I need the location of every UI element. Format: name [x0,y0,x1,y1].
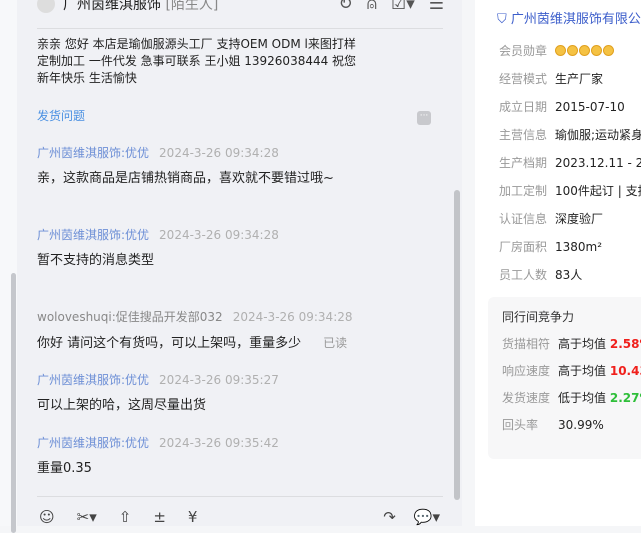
message: 广州茵维淇服饰:优优 2024-3-26 09:34:28 亲，这款商品是店铺热销… [37,144,437,189]
timestamp: 2024-3-26 09:34:28 [159,228,279,242]
info-row: 加工定制 100件起订 | 支持 [499,184,641,198]
auto-reply-notice: 亲亲 您好 本店是瑜伽服源头工厂 支持OEM ODM l来图打样 定制加工 一件… [37,37,357,85]
company-name[interactable]: ⛉ 广州茵维淇服饰有限公司 [497,8,641,27]
timestamp: 2024-3-26 09:34:28 [232,310,353,324]
sender: 广州茵维淇服饰:优优 [37,228,150,242]
divider [37,496,443,497]
shipping-question-link[interactable]: 发货问题 [37,107,85,124]
add-contact-icon[interactable]: ⍝ [367,0,377,14]
info-row: 生产档期2023.12.11 - 20 [499,156,641,170]
card-title: 同行间竞争力 [502,310,575,324]
history-icon[interactable]: ↻ [339,0,353,14]
menu-icon[interactable]: ☰ [429,0,444,14]
chat-header: 广州茵维淇服饰 [陌生人] [37,0,218,16]
chat-panel: 广州茵维淇服饰 [陌生人] ↻ ⍝ ☑▾ ☰ 亲亲 您好 本店是瑜伽服源头工厂 … [17,0,462,526]
badge-icon [567,45,578,56]
info-row: 员工人数 83人 [499,268,583,282]
badge-icon [603,45,614,56]
avatar[interactable] [37,0,55,13]
member-badges [555,44,615,58]
emoji-icon[interactable]: ☺ [39,508,55,526]
sender: woloveshuqi:促佳搜品开发部032 [37,310,223,324]
contact-name: 广州茵维淇服饰 [63,0,161,13]
competition-row: 响应速度高于均值 10.43% [502,364,641,378]
sender: 广州茵维淇服饰:优优 [37,373,150,387]
info-row: 主营信息 瑜伽服;运动紧身 [499,128,641,142]
timestamp: 2024-3-26 09:34:28 [159,146,279,160]
badge-icon [579,45,590,56]
price-icon[interactable]: ¥ [188,508,198,526]
read-status: 已读 [323,336,348,350]
info-row: 厂房面积 1380m² [499,240,603,254]
message: 广州茵维淇服饰:优优 2024-3-26 09:35:27 可以上架的哈，这周尽量… [37,371,437,416]
divider [37,28,443,29]
timestamp: 2024-3-26 09:35:42 [159,436,279,450]
competition-row: 货描相符高于均值 2.58% [502,337,641,351]
message: 广州茵维淇服饰:优优 2024-3-26 09:35:42 重量0.35 [37,434,437,479]
competition-card: 同行间竞争力 货描相符高于均值 2.58% 响应速度高于均值 10.43% 发货… [488,297,641,459]
info-row: 会员勋章 [499,42,615,59]
contact-status: [陌生人] [165,0,219,13]
chat-scrollbar[interactable] [454,190,460,500]
screenshot-icon[interactable]: ✂▾ [77,508,97,526]
info-row: 经营模式 生产厂家 [499,72,604,86]
message-text: 亲，这款商品是店铺热销商品，喜欢就不要错过哦~ [37,171,334,186]
sender: 广州茵维淇服饰:优优 [37,436,150,450]
info-row: 认证信息 深度验厂 [499,212,604,226]
competition-row: 回头率 30.99% [502,418,604,432]
competition-row: 发货速度低于均值 2.27% [502,391,641,405]
quick-reply-icon[interactable]: 💬▾ [414,508,440,526]
message: 广州茵维淇服饰:优优 2024-3-26 09:34:28 暂不支持的消息类型 [37,226,437,271]
info-row: 成立日期 2015-07-10 [499,100,625,114]
more-icon[interactable]: ··· [417,111,431,125]
verified-icon: ⛉ [497,12,507,27]
message-text: 你好 请问这个有货吗，可以上架吗，重量多少 [37,336,302,351]
company-panel: ⛉ 广州茵维淇服饰有限公司 会员勋章 经营模式 生产厂家 成立日期 2015-07-… [475,0,641,526]
share-icon[interactable]: ↷ [383,508,396,526]
sender: 广州茵维淇服饰:优优 [37,146,150,160]
message-text: 重量0.35 [37,461,92,476]
message-text: 暂不支持的消息类型 [37,253,155,268]
badge-icon [555,45,566,56]
badge-icon [591,45,602,56]
left-scrollbar[interactable] [11,273,16,533]
message-text: 可以上架的哈，这周尽量出货 [37,398,207,413]
task-icon[interactable]: ☑▾ [391,0,415,14]
timestamp: 2024-3-26 09:35:27 [159,373,279,387]
chat-title: 广州茵维淇服饰 [陌生人] [63,0,218,14]
calculator-icon[interactable]: ± [153,508,166,526]
message: woloveshuqi:促佳搜品开发部032 2024-3-26 09:34:28… [37,308,437,354]
upload-icon[interactable]: ⇧ [119,508,132,526]
